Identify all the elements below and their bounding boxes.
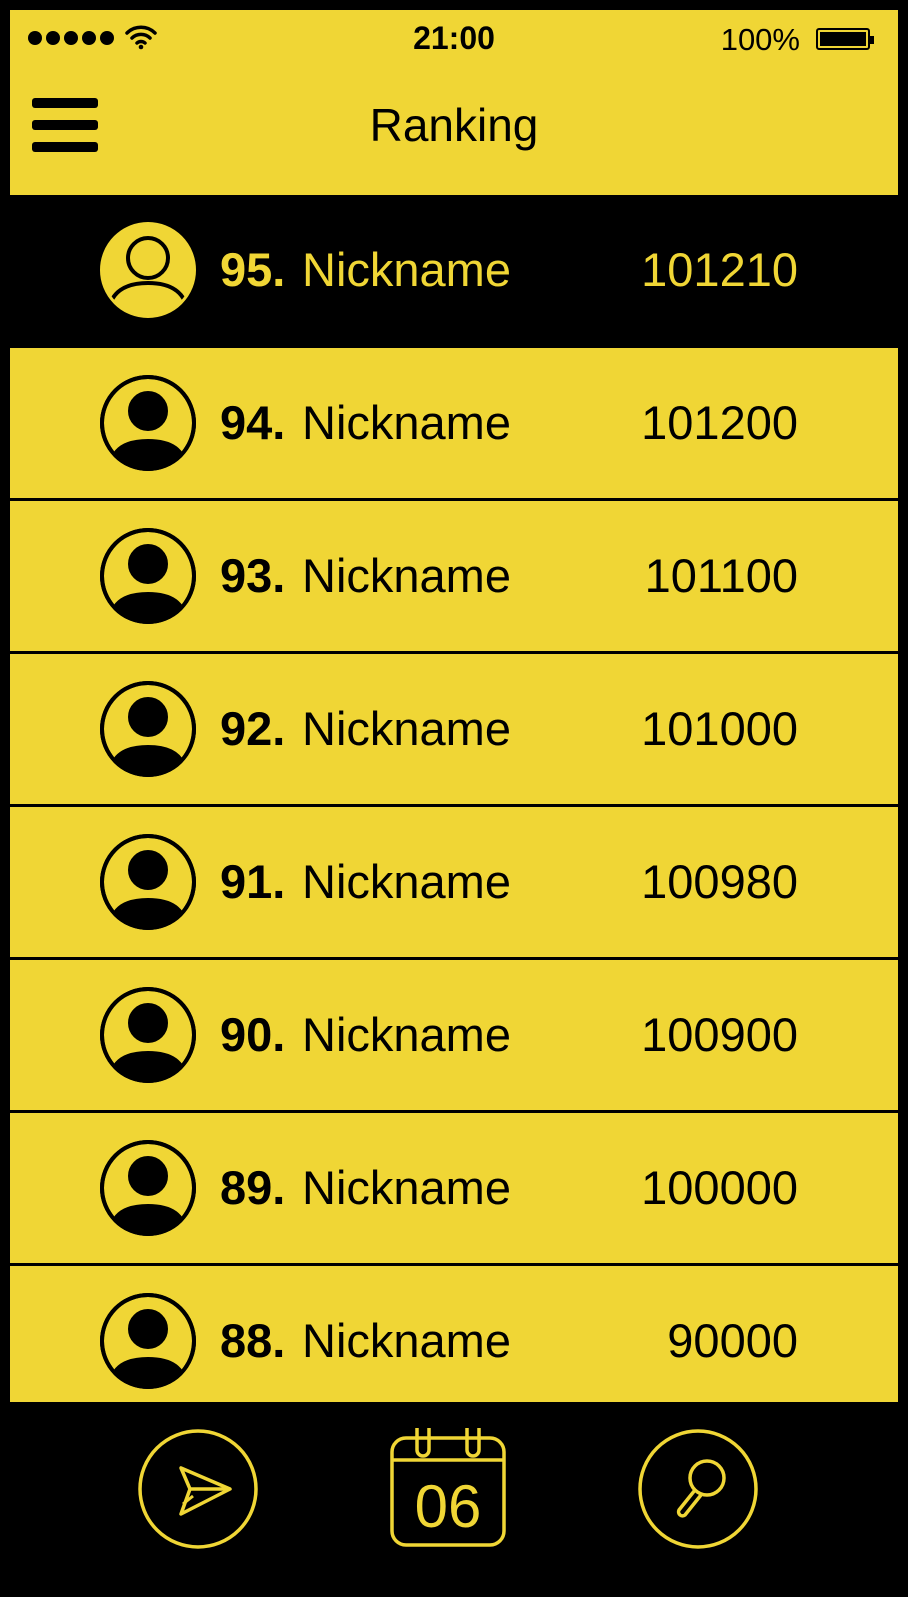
rank-number: 91.	[220, 855, 286, 908]
user-avatar-icon	[100, 681, 196, 777]
user-avatar-icon	[100, 834, 196, 930]
nickname: Nickname	[302, 1314, 511, 1367]
nickname: Nickname	[302, 1161, 511, 1214]
score: 101210	[641, 243, 798, 296]
bottom-nav: 06	[10, 1402, 898, 1587]
nickname: Nickname	[302, 396, 511, 449]
screen: 21:00 100% Ranking 95. Nickname 101210 94. N…	[10, 10, 898, 1587]
send-icon	[138, 1429, 258, 1549]
battery-percent: 100%	[720, 22, 800, 57]
ranking-row[interactable]: 93. Nickname 101100	[10, 501, 898, 651]
nickname: Nickname	[302, 243, 511, 296]
ranking-row[interactable]: 89. Nickname 100000	[10, 1113, 898, 1263]
nickname: Nickname	[302, 549, 511, 602]
battery-icon	[816, 28, 874, 50]
rank-number: 88.	[220, 1314, 286, 1367]
score: 101100	[644, 549, 798, 602]
score: 101000	[641, 702, 798, 755]
ranking-row[interactable]: 88. Nickname 90000	[10, 1266, 898, 1402]
rank-number: 95.	[220, 243, 286, 296]
ranking-list: 95. Nickname 101210 94. Nickname 101200 93. Nic…	[10, 195, 898, 1402]
user-avatar-icon	[100, 1293, 196, 1389]
top-bar: 21:00 100% Ranking	[10, 10, 898, 195]
user-avatar-icon	[100, 528, 196, 624]
rank-number: 93.	[220, 549, 286, 602]
search-icon	[638, 1429, 758, 1549]
ranking-row-current-user[interactable]: 95. Nickname 101210	[10, 195, 898, 345]
score: 100000	[641, 1161, 798, 1214]
user-avatar-icon	[100, 1140, 196, 1236]
rank-number: 89.	[220, 1161, 286, 1214]
rank-number: 94.	[220, 396, 286, 449]
user-avatar-icon	[100, 222, 196, 318]
user-avatar-icon	[100, 375, 196, 471]
score: 100980	[641, 855, 798, 908]
calendar-button[interactable]: 06	[389, 1424, 507, 1548]
nickname: Nickname	[302, 702, 511, 755]
ranking-row[interactable]: 91. Nickname 100980	[10, 807, 898, 957]
ranking-row[interactable]: 90. Nickname 100900	[10, 960, 898, 1110]
calendar-day: 06	[414, 1473, 482, 1540]
score: 90000	[667, 1314, 798, 1367]
ranking-row[interactable]: 94. Nickname 101200	[10, 348, 898, 498]
score: 100900	[641, 1008, 798, 1061]
page-title: Ranking	[369, 99, 539, 151]
score: 101200	[641, 396, 798, 449]
user-avatar-icon	[100, 987, 196, 1083]
rank-number: 90.	[220, 1008, 286, 1061]
ranking-row[interactable]: 92. Nickname 101000	[10, 654, 898, 804]
nickname: Nickname	[302, 855, 511, 908]
rank-number: 92.	[220, 702, 286, 755]
status-bar: 21:00 100%	[10, 10, 898, 70]
nickname: Nickname	[302, 1008, 511, 1061]
send-button[interactable]	[137, 1428, 259, 1550]
search-button[interactable]	[637, 1428, 759, 1550]
phone-frame: 21:00 100% Ranking 95. Nickname 101210 94. N…	[0, 0, 908, 1597]
